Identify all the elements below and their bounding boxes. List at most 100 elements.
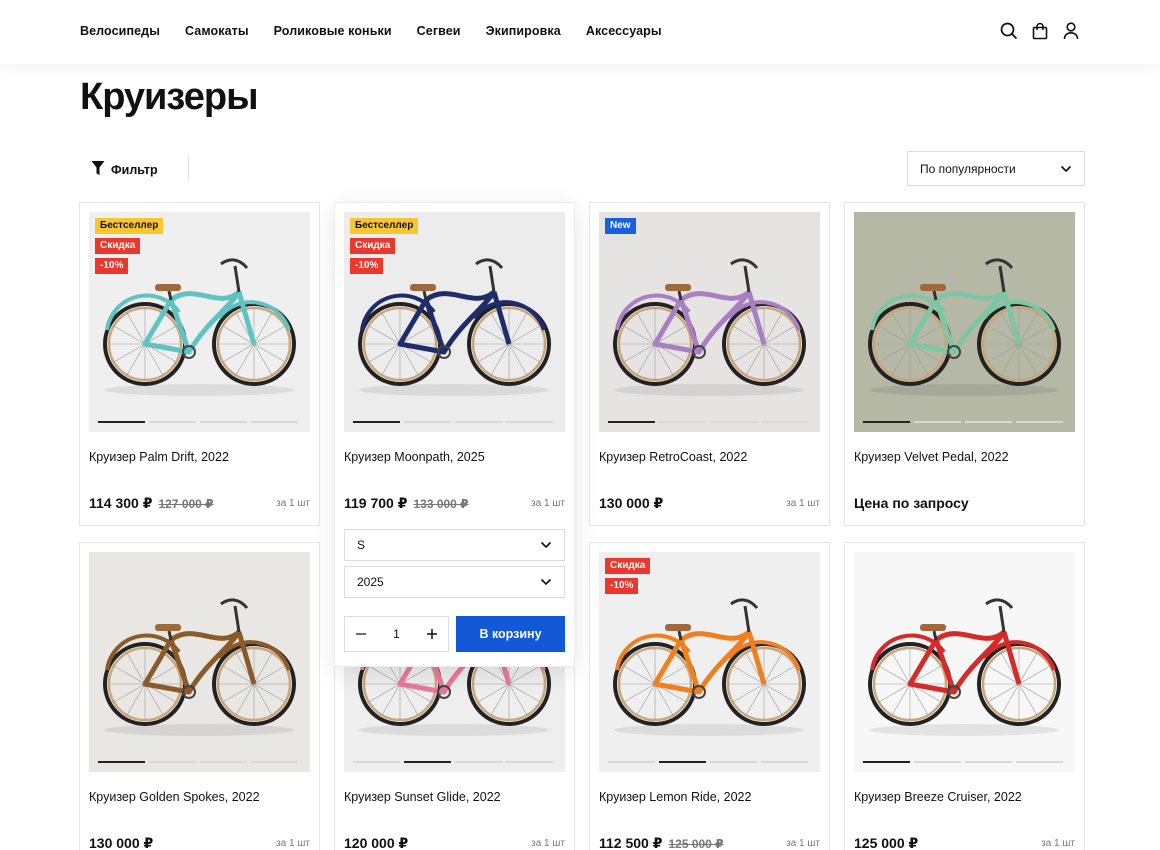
quantity-value[interactable]: 1	[393, 627, 400, 641]
nav-segways[interactable]: Сегвеи	[417, 24, 461, 38]
product-price: 114 300 ₽	[89, 495, 153, 511]
old-price: 127 000 ₽	[158, 496, 214, 511]
size-select[interactable]: S	[344, 529, 565, 561]
gallery-dots	[98, 421, 298, 423]
price-row: 120 000 ₽ за 1 шт	[344, 835, 565, 850]
gallery-dot[interactable]	[659, 421, 706, 423]
year-select[interactable]: 2025	[344, 566, 565, 598]
gallery-dot[interactable]	[251, 421, 298, 423]
search-icon[interactable]	[1000, 20, 1018, 42]
gallery-dot[interactable]	[1016, 761, 1063, 763]
product-card[interactable]: Круизер Breeze Cruiser, 2022 125 000 ₽ з…	[844, 542, 1085, 850]
chevron-down-icon	[540, 575, 552, 589]
product-image[interactable]	[854, 552, 1075, 772]
gallery-dot[interactable]	[506, 421, 553, 423]
product-name[interactable]: Круизер Golden Spokes, 2022	[89, 790, 260, 804]
product-badge: New	[605, 218, 636, 234]
product-card[interactable]: Бестселлер Скидка -10% Круизер Palm Drift,…	[79, 202, 320, 526]
gallery-dot[interactable]	[404, 421, 451, 423]
product-price: 120 000 ₽	[344, 835, 409, 850]
gallery-dot[interactable]	[965, 421, 1012, 423]
product-badge: Бестселлер	[95, 218, 164, 234]
gallery-dot[interactable]	[608, 761, 655, 763]
product-card[interactable]: Круизер Velvet Pedal, 2022 Цена по запро…	[844, 202, 1085, 526]
gallery-dot[interactable]	[608, 421, 655, 423]
price-row: 130 000 ₽ за 1 шт	[599, 495, 820, 512]
product-image[interactable]	[854, 212, 1075, 432]
gallery-dot[interactable]	[200, 421, 247, 423]
gallery-dot[interactable]	[98, 761, 145, 763]
price-row: 112 500 ₽ 125 000 ₽ за 1 шт	[599, 835, 820, 850]
gallery-dot[interactable]	[863, 761, 910, 763]
gallery-dot[interactable]	[149, 761, 196, 763]
product-card[interactable]: Скидка -10% Круизер Lemon Ride, 2022 112 …	[589, 542, 830, 850]
gallery-dot[interactable]	[200, 761, 247, 763]
nav-bicycles[interactable]: Велосипеды	[80, 24, 160, 38]
minus-icon[interactable]	[355, 628, 367, 640]
plus-icon[interactable]	[426, 628, 438, 640]
product-card[interactable]: New Круизер RetroCoast, 2022 130 000 ₽ з…	[589, 202, 830, 526]
product-card[interactable]: Бестселлер Скидка -10% Круизер Moonpath, 2…	[334, 202, 575, 667]
product-image[interactable]	[89, 552, 310, 772]
gallery-dot[interactable]	[863, 421, 910, 423]
price-row: 119 700 ₽ 133 000 ₽ за 1 шт	[344, 495, 565, 512]
user-icon[interactable]	[1062, 20, 1080, 42]
price-unit: за 1 шт	[531, 838, 565, 849]
add-to-cart-button[interactable]: В корзину	[456, 616, 565, 652]
price-unit: за 1 шт	[531, 498, 565, 509]
gallery-dot[interactable]	[404, 761, 451, 763]
gallery-dot[interactable]	[353, 421, 400, 423]
product-badge: -10%	[95, 258, 129, 274]
price-unit: за 1 шт	[786, 838, 820, 849]
gallery-dot[interactable]	[251, 761, 298, 763]
product-name[interactable]: Круизер RetroCoast, 2022	[599, 450, 747, 464]
gallery-dot[interactable]	[659, 761, 706, 763]
gallery-dots	[353, 761, 553, 763]
price-row: 114 300 ₽ 127 000 ₽ за 1 шт	[89, 495, 310, 512]
filter-button[interactable]: Фильтр	[91, 160, 158, 179]
gallery-dot[interactable]	[353, 761, 400, 763]
product-name[interactable]: Круизер Moonpath, 2025	[344, 450, 485, 464]
gallery-dot[interactable]	[455, 421, 502, 423]
product-name[interactable]: Круизер Sunset Glide, 2022	[344, 790, 501, 804]
product-badge: Скидка	[95, 238, 141, 254]
product-card[interactable]: Круизер Golden Spokes, 2022 130 000 ₽ за…	[79, 542, 320, 850]
gallery-dot[interactable]	[965, 761, 1012, 763]
gallery-dot[interactable]	[98, 421, 145, 423]
product-name[interactable]: Круизер Breeze Cruiser, 2022	[854, 790, 1022, 804]
product-image[interactable]: Бестселлер Скидка -10%	[344, 212, 565, 432]
gallery-dots	[98, 761, 298, 763]
product-badge: -10%	[605, 578, 639, 594]
gallery-dot[interactable]	[710, 421, 757, 423]
price-row: 125 000 ₽ за 1 шт	[854, 835, 1075, 850]
cart-icon[interactable]	[1031, 20, 1049, 42]
price-row: Цена по запросу	[854, 495, 1075, 511]
old-price: 133 000 ₽	[413, 496, 469, 511]
nav-roller-skates[interactable]: Роликовые коньки	[274, 24, 392, 38]
nav-accessories[interactable]: Аксессуары	[586, 24, 662, 38]
product-name[interactable]: Круизер Palm Drift, 2022	[89, 450, 229, 464]
product-name[interactable]: Круизер Velvet Pedal, 2022	[854, 450, 1009, 464]
product-image[interactable]: Бестселлер Скидка -10%	[89, 212, 310, 432]
gallery-dot[interactable]	[761, 421, 808, 423]
gallery-dots	[608, 761, 808, 763]
badge-stack: Скидка -10%	[605, 558, 651, 594]
nav-equipment[interactable]: Экипировка	[486, 24, 561, 38]
badge-stack: Бестселлер Скидка -10%	[350, 218, 419, 274]
sort-select[interactable]: По популярности	[907, 151, 1085, 186]
gallery-dot[interactable]	[149, 421, 196, 423]
price-unit: за 1 шт	[1041, 838, 1075, 849]
gallery-dot[interactable]	[710, 761, 757, 763]
product-image[interactable]: New	[599, 212, 820, 432]
gallery-dot[interactable]	[455, 761, 502, 763]
gallery-dot[interactable]	[914, 421, 961, 423]
gallery-dot[interactable]	[1016, 421, 1063, 423]
gallery-dot[interactable]	[914, 761, 961, 763]
nav-scooters[interactable]: Самокаты	[185, 24, 249, 38]
toolbar-divider	[188, 156, 189, 180]
gallery-dot[interactable]	[506, 761, 553, 763]
product-price: 119 700 ₽	[344, 495, 408, 511]
product-image[interactable]: Скидка -10%	[599, 552, 820, 772]
product-name[interactable]: Круизер Lemon Ride, 2022	[599, 790, 751, 804]
gallery-dot[interactable]	[761, 761, 808, 763]
